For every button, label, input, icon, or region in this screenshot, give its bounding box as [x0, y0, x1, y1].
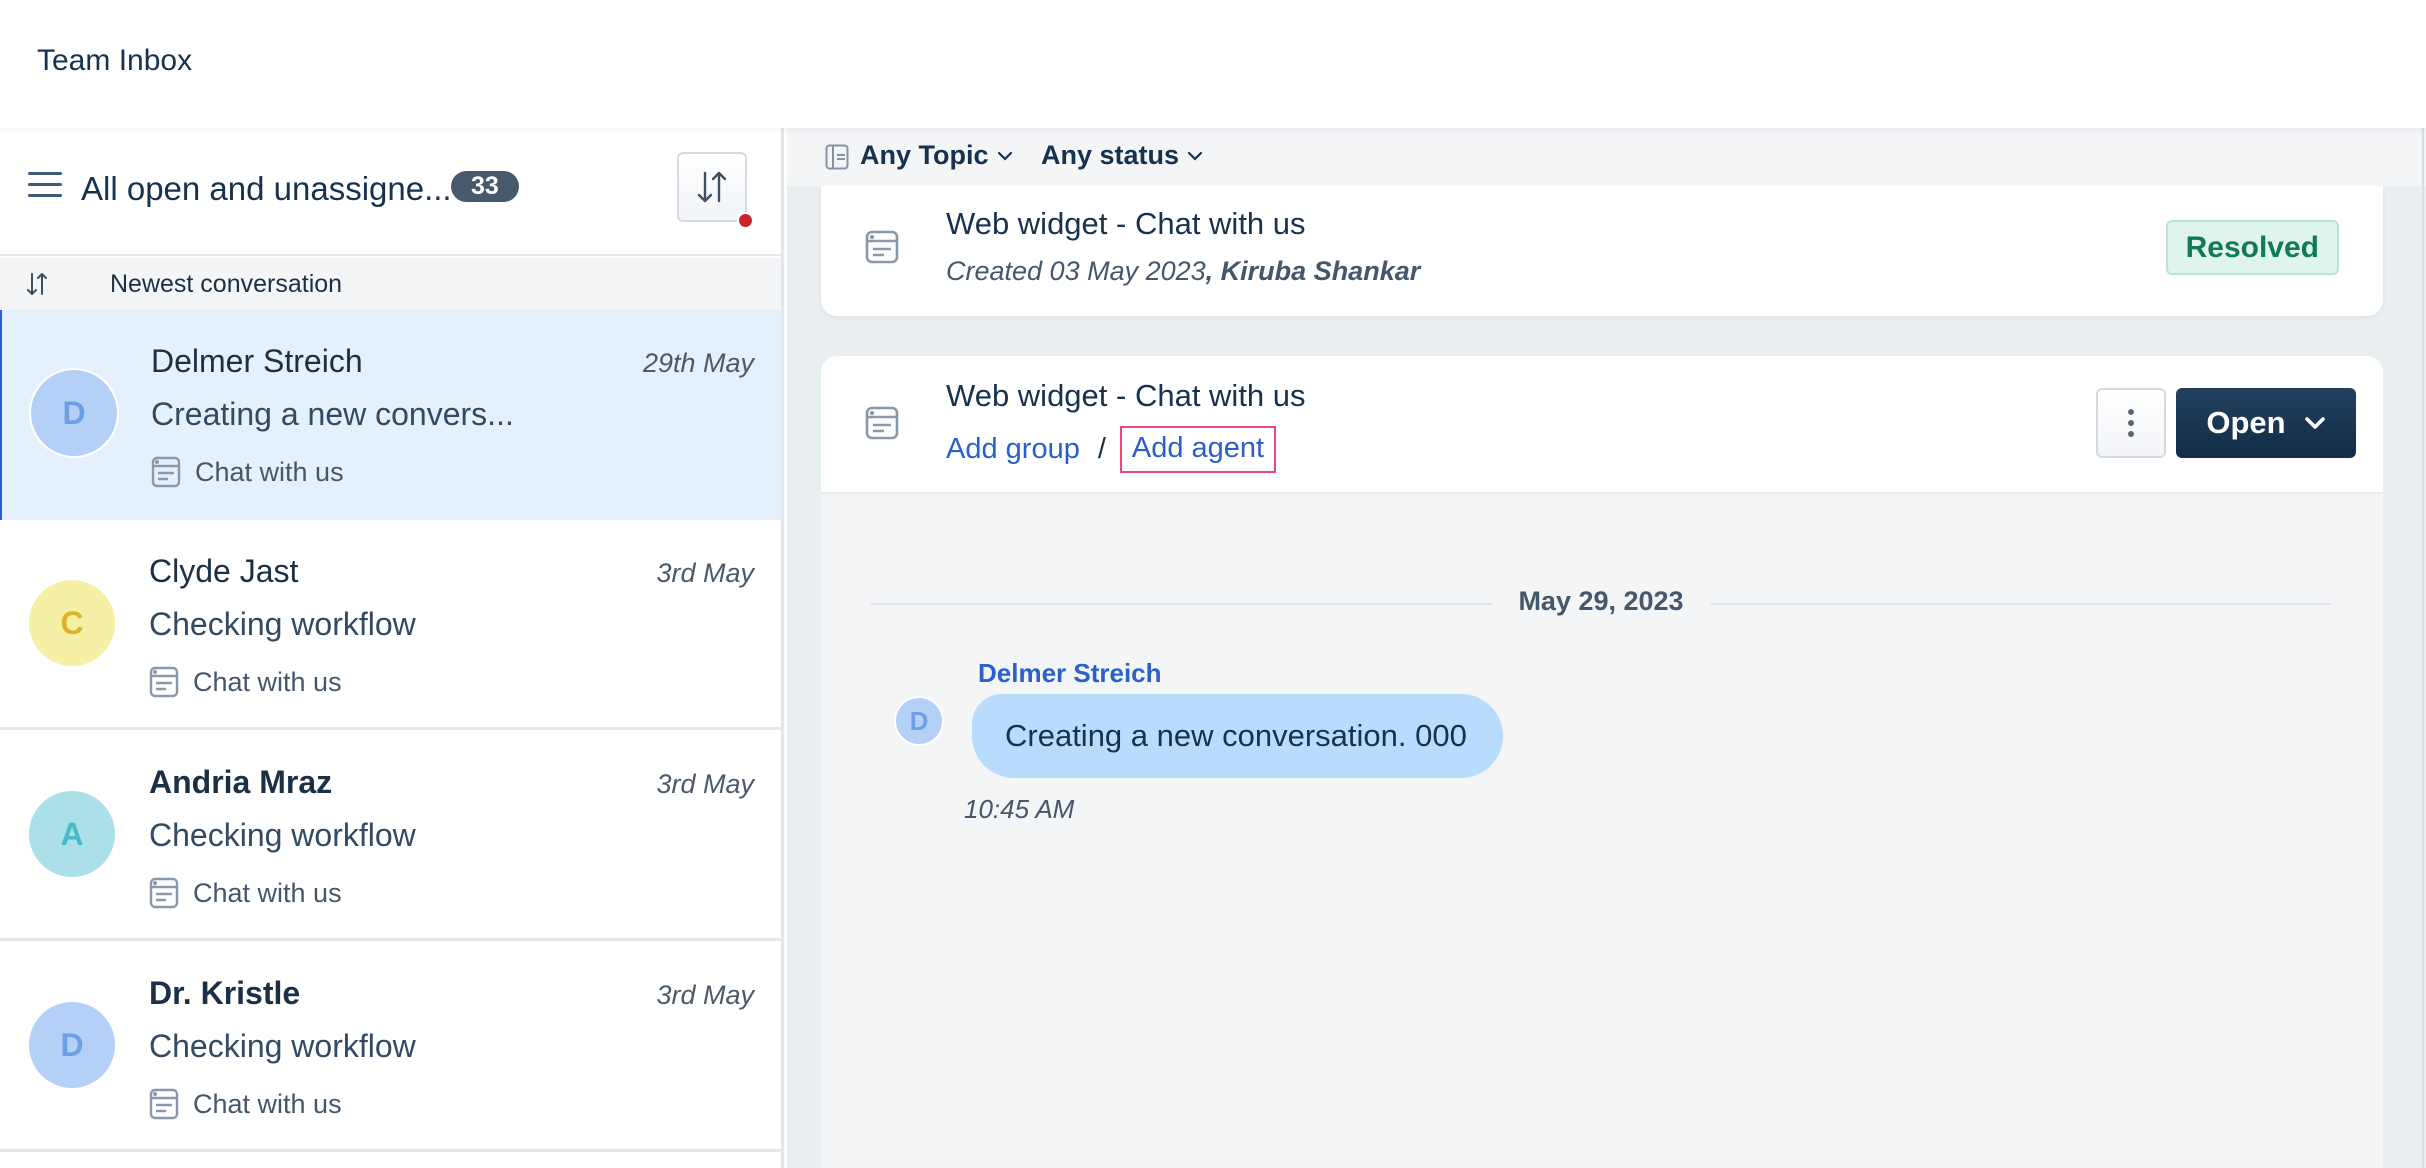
contact-avatar: D	[29, 368, 119, 458]
message-avatar: D	[894, 696, 944, 746]
created-date: Created 03 May 2023	[946, 256, 1206, 286]
sort-arrows-icon	[697, 171, 727, 203]
previous-conversation-card[interactable]: Web widget - Chat with us Created 03 May…	[821, 186, 2383, 316]
list-header: All open and unassigne... 33	[0, 128, 781, 256]
add-group-link[interactable]: Add group	[946, 433, 1080, 466]
more-options-button[interactable]	[2096, 388, 2166, 458]
channel-label: Chat with us	[149, 877, 342, 909]
conversation-created-meta: Created 03 May 2023, Kiruba Shankar	[946, 256, 1420, 287]
date-divider: May 29, 2023	[871, 586, 2331, 622]
contact-name: Delmer Streich	[151, 343, 363, 379]
web-widget-icon	[149, 666, 179, 698]
channel-label: Chat with us	[149, 666, 342, 698]
conversation-list-item[interactable]: D Dr. Kristle 3rd May Checking workflow Chat…	[0, 942, 781, 1152]
status-badge-resolved: Resolved	[2165, 220, 2339, 275]
contact-avatar: C	[27, 578, 117, 668]
kebab-dot	[2128, 431, 2134, 437]
contact-name: Clyde Jast	[149, 553, 299, 589]
web-widget-icon	[865, 406, 899, 440]
menu-icon[interactable]	[28, 172, 62, 200]
kebab-dot	[2128, 409, 2134, 415]
web-widget-icon	[149, 877, 179, 909]
scrollbar-track[interactable]	[2422, 128, 2424, 1168]
topic-filter-icon	[825, 144, 849, 170]
conversation-date: 29th May	[642, 348, 754, 378]
sort-arrows-icon	[27, 273, 47, 295]
chevron-down-icon	[1187, 151, 1203, 161]
view-selector[interactable]: All open and unassigne...	[81, 170, 452, 208]
web-widget-icon	[151, 456, 181, 488]
conversation-list-item[interactable]: D Delmer Streich 29th May Creating a new co…	[0, 310, 781, 520]
conversation-channel-title: Web widget - Chat with us	[946, 378, 1306, 413]
message-preview: Checking workflow	[149, 606, 416, 642]
channel-label: Chat with us	[151, 456, 344, 488]
app-title: Team Inbox	[37, 44, 193, 77]
conversation-detail: Any Topic Any status Web widget - Chat w…	[787, 128, 2426, 1168]
conversation-date: 3rd May	[656, 980, 754, 1010]
conversation-list-item[interactable]: A Andria Mraz 3rd May Checking workflow Chat…	[0, 731, 781, 941]
channel-name: Chat with us	[193, 666, 342, 697]
message-timestamp: 10:45 AM	[964, 794, 1075, 824]
channel-name: Chat with us	[195, 456, 344, 487]
kebab-dot	[2128, 420, 2134, 426]
link-separator: /	[1097, 433, 1106, 465]
status-filter-dropdown[interactable]: Any status	[1041, 140, 1203, 171]
status-dropdown-button[interactable]: Open	[2176, 388, 2356, 458]
add-agent-link[interactable]: Add agent	[1119, 426, 1277, 473]
created-by: , Kiruba Shankar	[1205, 256, 1421, 286]
message-sender: Delmer Streich	[978, 658, 1162, 688]
channel-label: Chat with us	[149, 1088, 342, 1120]
app-header: Team Inbox	[0, 0, 2426, 128]
topic-filter-dropdown[interactable]: Any Topic	[860, 140, 1013, 171]
contact-avatar: A	[27, 789, 117, 879]
message-bubble: Creating a new conversation. 000	[972, 694, 1503, 778]
chat-panel: Web widget - Chat with us Add group / Ad…	[821, 356, 2383, 1168]
conversation-count-badge: 33	[451, 171, 519, 202]
conversation-date: 3rd May	[656, 558, 754, 588]
conversation-list-panel: All open and unassigne... 33 Newest conv…	[0, 128, 784, 1168]
sort-button[interactable]	[677, 152, 747, 222]
filter-bar: Any Topic Any status	[787, 128, 2426, 186]
message-preview: Checking workflow	[149, 817, 416, 853]
channel-name: Chat with us	[193, 877, 342, 908]
conversation-list-item[interactable]: C Clyde Jast 3rd May Checking workflow Chat …	[0, 520, 781, 730]
status-button-label: Open	[2206, 405, 2286, 440]
web-widget-icon	[149, 1088, 179, 1120]
contact-name: Dr. Kristle	[149, 975, 301, 1011]
conversation-channel-title: Web widget - Chat with us	[946, 206, 1306, 241]
message-preview: Checking workflow	[149, 1028, 416, 1064]
chevron-down-icon	[2304, 417, 2325, 429]
topic-filter-label: Any Topic	[860, 140, 989, 170]
chevron-down-icon	[997, 151, 1012, 161]
date-divider-label: May 29, 2023	[871, 586, 2331, 617]
message-preview: Creating a new convers...	[151, 396, 514, 432]
assignment-links: Add group / Add agent	[946, 426, 1277, 473]
channel-name: Chat with us	[193, 1088, 342, 1119]
web-widget-icon	[865, 230, 899, 264]
current-conversation-header: Web widget - Chat with us Add group / Ad…	[821, 356, 2383, 494]
contact-avatar: D	[27, 1000, 117, 1090]
sort-order-label: Newest conversation	[110, 270, 343, 298]
sort-order-row[interactable]: Newest conversation	[0, 258, 781, 310]
contact-name: Andria Mraz	[149, 764, 333, 800]
sort-active-indicator	[737, 212, 754, 229]
conversation-date: 3rd May	[656, 769, 754, 799]
status-filter-label: Any status	[1041, 140, 1180, 170]
